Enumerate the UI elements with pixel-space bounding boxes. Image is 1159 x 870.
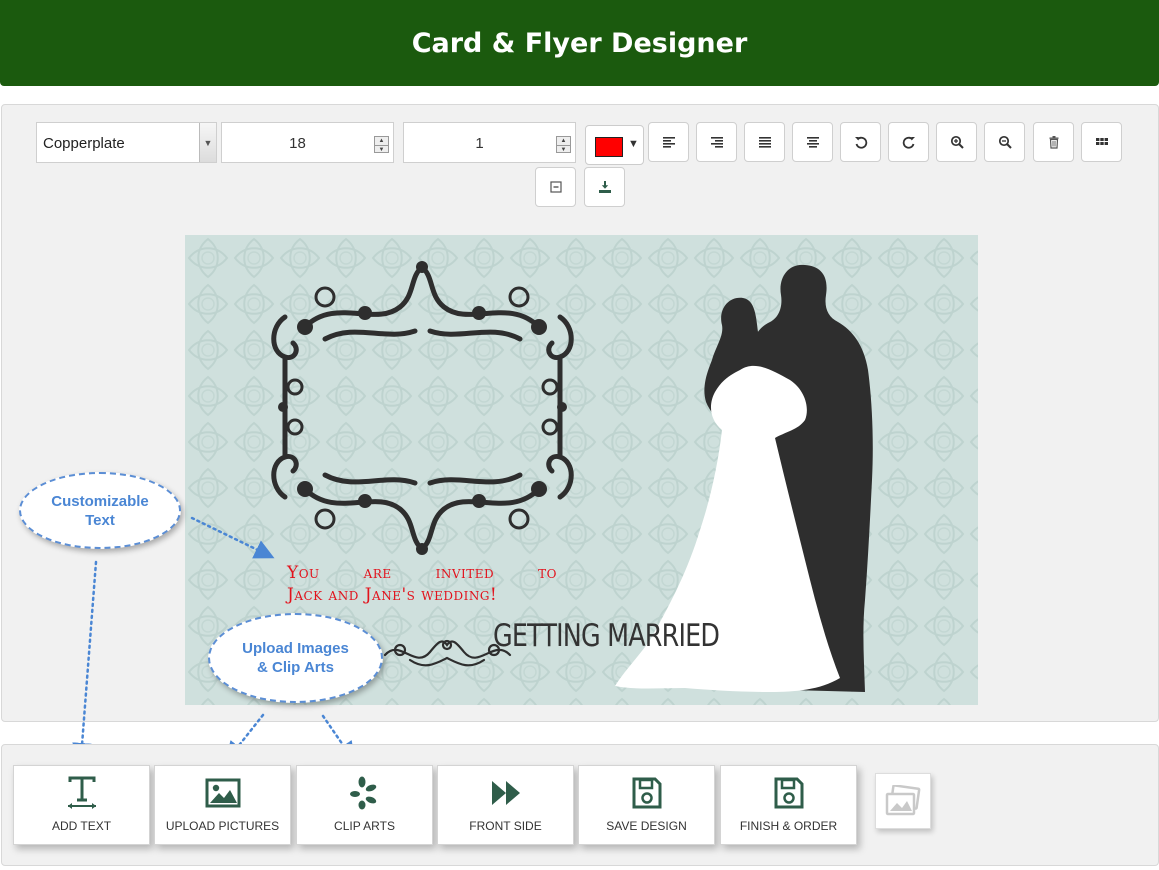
download-button[interactable] [584,167,625,207]
page-title: Card & Flyer Designer [411,27,748,59]
save-icon [774,777,803,809]
zoom-out-button[interactable] [984,122,1025,162]
customizable-text-callout: Customizable Text [19,472,181,549]
text-color-picker[interactable]: ▼ [585,125,644,165]
clip-arts-button[interactable]: CLIP ARTS [296,765,433,845]
trash-icon [1049,136,1058,149]
zoom-out-icon [998,135,1012,149]
align-left-icon [662,137,675,148]
undo-button[interactable] [840,122,881,162]
finish-order-label: FINISH & ORDER [739,819,838,833]
font-family-value: Copperplate [43,135,125,152]
zoom-in-button[interactable] [936,122,977,162]
invite-word: invited [435,563,495,583]
line-spacing-value: 1 [475,135,484,152]
redo-button[interactable] [888,122,929,162]
photos-icon [885,785,921,816]
grid-button[interactable] [1081,122,1122,162]
save-design-label: SAVE DESIGN [606,819,687,833]
image-icon [205,778,240,808]
callout-line: Text [85,511,115,529]
line-spacing-stepper[interactable]: ▲ ▼ [556,136,571,153]
invite-word: to [538,563,557,583]
ornate-frame-graphic [271,261,574,555]
invite-word: are [363,563,392,583]
fast-forward-icon [491,781,520,805]
minus-icon [549,181,562,193]
download-icon [598,181,611,193]
redo-icon [902,136,915,149]
chevron-down-icon[interactable]: ▼ [199,123,216,162]
front-side-button[interactable]: FRONT SIDE [437,765,574,845]
callout-line: & Clip Arts [257,659,334,676]
add-text-label: ADD TEXT [51,819,112,833]
invite-word: You [287,563,320,583]
upload-pictures-button[interactable]: UPLOAD PICTURES [154,765,291,845]
text-tool-icon [67,776,96,809]
align-center-icon [806,137,819,148]
preview-images-button[interactable] [875,773,931,829]
font-size-stepper[interactable]: ▲ ▼ [374,136,389,153]
callout-line: Customizable [51,492,149,510]
undo-icon [854,136,867,149]
color-swatch [595,137,623,157]
clip-art-icon [349,776,376,810]
font-size-value: 18 [289,135,306,152]
add-text-button[interactable]: ADD TEXT [13,765,150,845]
invitation-text-line-2[interactable]: Jack and Jane's wedding! [287,585,557,605]
font-size-input[interactable]: 18 ▲ ▼ [221,122,394,163]
align-left-button[interactable] [648,122,689,162]
align-justify-icon [758,137,771,148]
align-justify-button[interactable] [744,122,785,162]
align-center-button[interactable] [792,122,833,162]
zoom-in-icon [950,135,964,149]
delete-button[interactable] [1033,122,1074,162]
align-right-icon [710,137,723,148]
app-header: Card & Flyer Designer [0,0,1159,86]
grid-icon [1095,138,1108,145]
collapse-button[interactable] [535,167,576,207]
font-family-select[interactable]: Copperplate ▼ [36,122,217,163]
finish-order-button[interactable]: FINISH & ORDER [720,765,857,845]
line-spacing-input[interactable]: 1 ▲ ▼ [403,122,576,163]
headline-text[interactable]: GETTING MARRIED [493,618,720,654]
align-right-button[interactable] [696,122,737,162]
clip-arts-label: CLIP ARTS [334,819,395,833]
upload-images-callout: Upload Images & Clip Arts [208,613,383,703]
upload-pictures-label: UPLOAD PICTURES [165,819,280,833]
invitation-text-line-1[interactable]: You are invited to [287,563,557,583]
save-design-button[interactable]: SAVE DESIGN [578,765,715,845]
front-side-label: FRONT SIDE [469,819,542,833]
caret-down-icon: ▼ [628,138,639,150]
callout-line: Upload Images [242,640,349,657]
save-icon [632,777,661,809]
